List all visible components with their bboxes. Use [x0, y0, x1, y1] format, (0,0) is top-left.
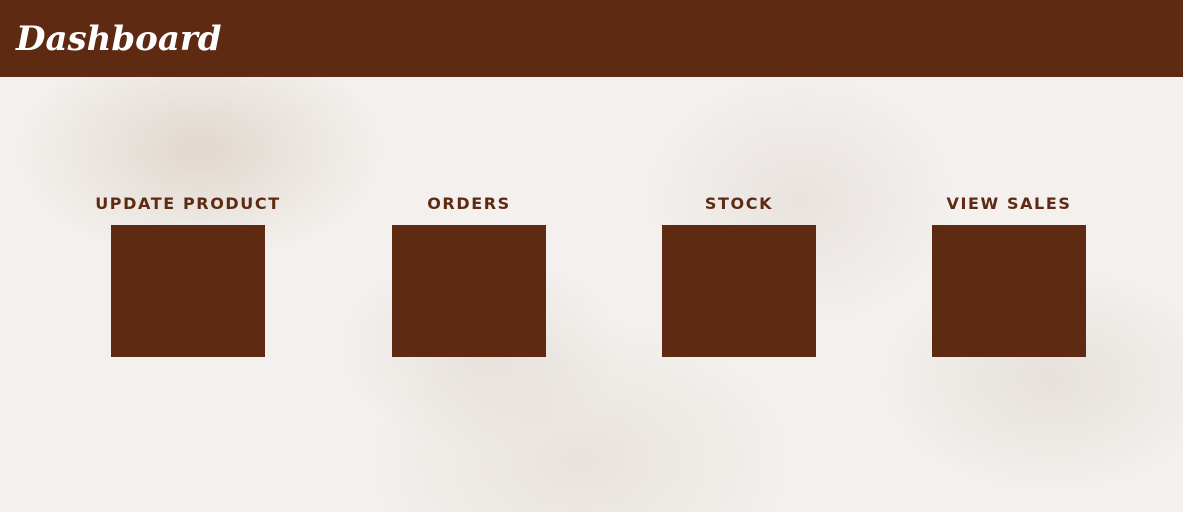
tile-update-product-label: UPDATE PRODUCT [95, 194, 281, 213]
update-product-button[interactable] [111, 225, 265, 357]
stock-button[interactable] [662, 225, 816, 357]
tile-orders[interactable]: ORDERS [339, 190, 599, 357]
view-sales-button[interactable] [932, 225, 1086, 357]
top-header-bar: Dashboard [0, 0, 1183, 77]
tile-view-sales[interactable]: VIEW SALES [879, 190, 1139, 357]
orders-button[interactable] [392, 225, 546, 357]
tile-view-sales-label: VIEW SALES [946, 194, 1072, 213]
tile-stock-label: STOCK [704, 194, 774, 213]
tile-stock[interactable]: STOCK [609, 190, 869, 357]
page-title: Dashboard [16, 19, 222, 59]
tile-update-product[interactable]: UPDATE PRODUCT [58, 190, 318, 357]
tile-orders-label: ORDERS [427, 194, 511, 213]
